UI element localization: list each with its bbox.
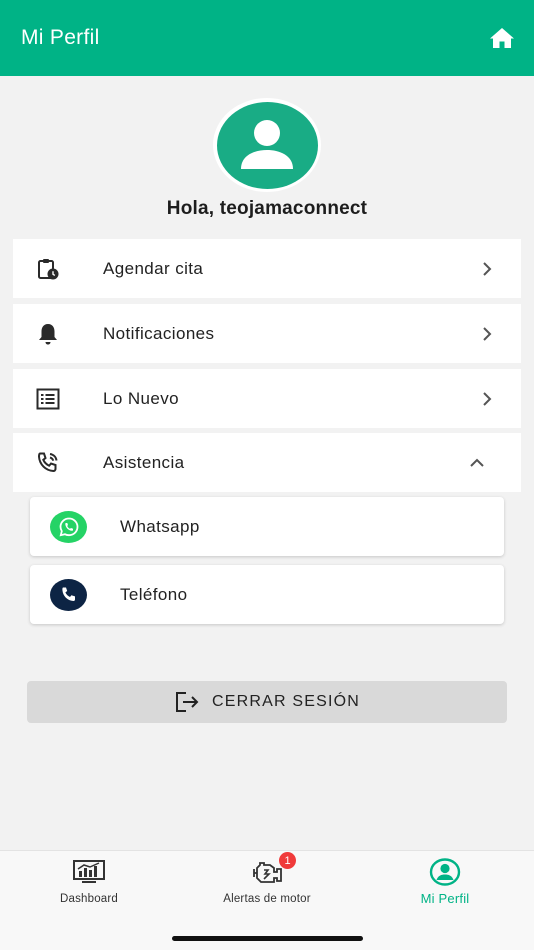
chevron-right-icon	[479, 326, 495, 342]
chevron-up-icon	[469, 455, 485, 471]
calendar-clock-icon	[35, 256, 61, 282]
tab-alertas-motor[interactable]: 1 Alertas de motor	[178, 852, 356, 913]
menu-item-asistencia[interactable]: Asistencia	[13, 433, 521, 492]
greeting-text: Hola, teojamaconnect	[166, 198, 368, 219]
dashboard-icon	[72, 857, 106, 887]
menu-item-lo-nuevo[interactable]: Lo Nuevo	[13, 369, 521, 428]
tab-mi-perfil[interactable]: Mi Perfil	[356, 857, 534, 913]
chevron-right-icon	[479, 261, 495, 277]
tab-label: Dashboard	[59, 893, 119, 905]
menu-item-notificaciones[interactable]: Notificaciones	[13, 304, 521, 363]
list-icon	[35, 386, 61, 412]
menu-item-label: Asistencia	[103, 452, 185, 472]
assist-item-label: Whatsapp	[120, 516, 200, 536]
app-header: Mi Perfil	[0, 0, 534, 76]
assist-item-whatsapp[interactable]: Whatsapp	[30, 497, 504, 556]
logout-label: CERRAR SESIÓN	[211, 693, 361, 710]
home-button[interactable]	[488, 24, 516, 52]
phone-call-icon	[35, 450, 61, 476]
assist-item-label: Teléfono	[120, 584, 188, 604]
assist-item-telefono[interactable]: Teléfono	[30, 565, 504, 624]
user-icon	[241, 120, 293, 169]
whatsapp-icon	[50, 510, 87, 543]
menu-item-label: Lo Nuevo	[103, 388, 179, 408]
tab-bar: Dashboard 1 Alertas de motor Mi Perfil	[0, 850, 534, 950]
engine-icon: 1	[250, 852, 296, 887]
logout-button[interactable]: CERRAR SESIÓN	[27, 681, 507, 723]
tab-dashboard[interactable]: Dashboard	[0, 857, 178, 913]
alert-badge: 1	[279, 852, 296, 869]
bell-icon	[35, 321, 61, 347]
chevron-right-icon	[479, 391, 495, 407]
home-indicator	[172, 936, 363, 941]
home-icon	[490, 28, 514, 48]
menu-item-agendar-cita[interactable]: Agendar cita	[13, 239, 521, 298]
page-title: Mi Perfil	[21, 26, 100, 49]
menu-item-label: Agendar cita	[103, 258, 204, 278]
user-circle-icon	[429, 857, 461, 887]
tab-label: Alertas de motor	[223, 893, 311, 905]
avatar[interactable]	[212, 97, 322, 193]
tab-label: Mi Perfil	[420, 891, 470, 906]
logout-icon	[175, 692, 199, 712]
menu-item-label: Notificaciones	[103, 323, 215, 343]
phone-icon	[50, 578, 87, 611]
